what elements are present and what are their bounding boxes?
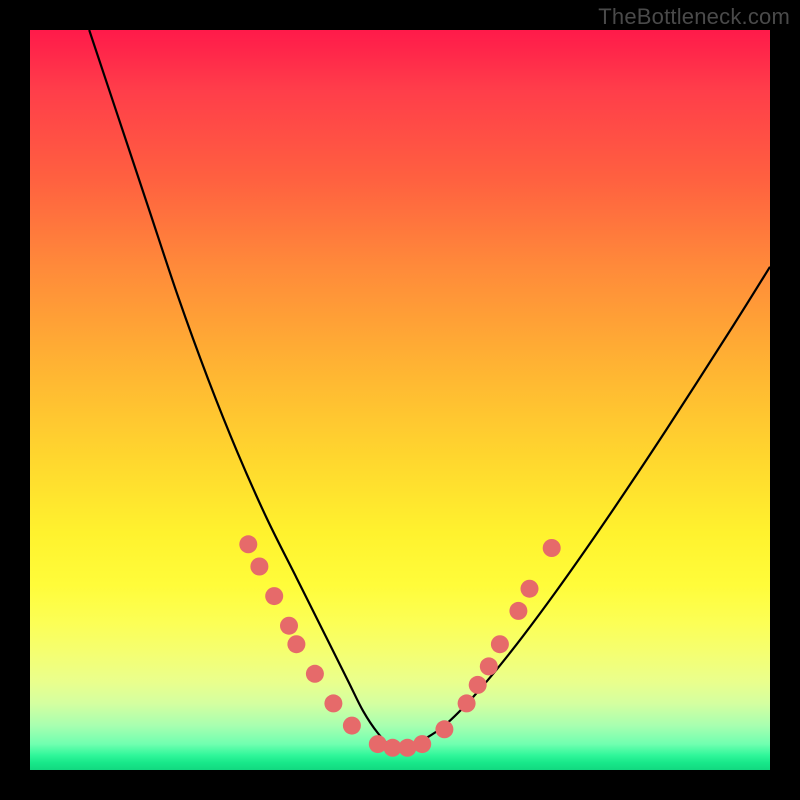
highlight-dot xyxy=(239,535,257,553)
highlight-dot xyxy=(306,665,324,683)
highlight-dot xyxy=(509,602,527,620)
highlight-dot xyxy=(458,694,476,712)
highlight-dot xyxy=(521,580,539,598)
highlight-dot xyxy=(324,694,342,712)
highlight-dot xyxy=(413,735,431,753)
highlight-dot xyxy=(469,676,487,694)
highlight-dot xyxy=(265,587,283,605)
bottleneck-curve xyxy=(89,30,770,749)
highlight-dots-group xyxy=(239,535,560,757)
chart-svg xyxy=(30,30,770,770)
highlight-dot xyxy=(491,635,509,653)
plot-area xyxy=(30,30,770,770)
highlight-dot xyxy=(543,539,561,557)
chart-frame: TheBottleneck.com xyxy=(0,0,800,800)
highlight-dot xyxy=(287,635,305,653)
highlight-dot xyxy=(250,558,268,576)
highlight-dot xyxy=(343,717,361,735)
highlight-dot xyxy=(480,657,498,675)
highlight-dot xyxy=(280,617,298,635)
highlight-dot xyxy=(435,720,453,738)
watermark-text: TheBottleneck.com xyxy=(598,4,790,30)
